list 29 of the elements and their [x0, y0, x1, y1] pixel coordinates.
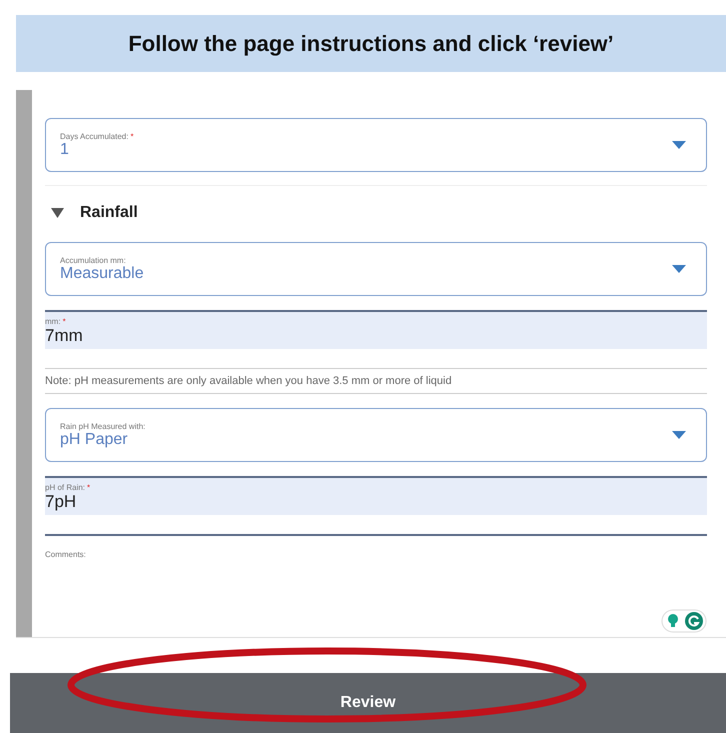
instruction-banner: Follow the page instructions and click ‘review’ — [16, 15, 726, 72]
comments-field[interactable]: Comments: — [45, 534, 707, 637]
field-value: pH Paper — [60, 430, 129, 448]
section-toggle[interactable]: Rainfall — [45, 186, 138, 242]
field-label: Rain pH Measured with: — [60, 422, 146, 430]
dropdown-caret-icon — [672, 141, 686, 149]
field-label: pH of Rain: * — [45, 483, 92, 492]
required-mark: * — [87, 483, 90, 492]
field-value: 1 — [60, 140, 69, 158]
triangle-icon — [51, 208, 64, 218]
field-label: Accumulation mm: — [60, 256, 127, 264]
field-label: Comments: — [45, 550, 86, 559]
text-field[interactable]: pH of Rain: * 7pH — [45, 476, 707, 515]
dropdown-caret-icon — [672, 431, 686, 439]
field-value: 7mm — [45, 326, 84, 346]
field-value: 7pH — [45, 492, 78, 512]
dropdown-caret-icon — [672, 265, 686, 273]
note-text: Note: pH measurements are only available when you have 3.5 mm or more of liquid — [45, 374, 453, 389]
assistant-icons[interactable] — [661, 609, 707, 633]
select-field[interactable]: Accumulation mm: Measurable — [45, 242, 707, 296]
field-label: mm: * — [45, 317, 67, 326]
text-field[interactable]: mm: * 7mm — [45, 310, 707, 349]
review-button[interactable]: Review — [10, 673, 726, 733]
select-field[interactable]: Days Accumulated: * 1 — [45, 118, 707, 172]
field-value: Measurable — [60, 264, 145, 282]
required-mark: * — [62, 317, 66, 326]
select-field[interactable]: Rain pH Measured with: pH Paper — [45, 408, 707, 462]
required-mark: * — [130, 132, 134, 140]
field-label: Days Accumulated: * — [60, 132, 135, 140]
